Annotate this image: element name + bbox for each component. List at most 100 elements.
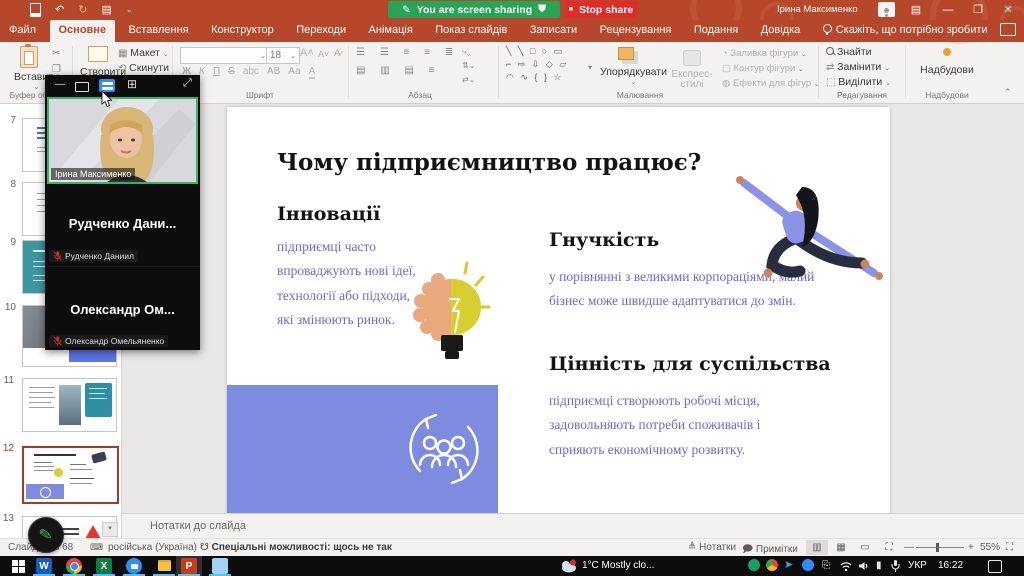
zoom-expand-icon[interactable]: ⤢	[183, 77, 192, 90]
account-name[interactable]: Ірина Максименко	[777, 4, 858, 15]
explorer-taskbar-icon[interactable]	[156, 558, 172, 574]
section-heading-value[interactable]: Цінність для суспільства	[549, 353, 831, 375]
section-body-value[interactable]: підприємці створюють робочі місця, задов…	[549, 389, 817, 462]
section-heading-flexibility[interactable]: Гнучкість	[549, 229, 659, 251]
start-button[interactable]	[12, 560, 25, 573]
tab-insert[interactable]: Вставлення	[120, 20, 198, 42]
zoom-slider-track[interactable]	[916, 547, 964, 548]
shrink-font-icon[interactable]: А˅	[318, 49, 329, 59]
tray-zoom-icon[interactable]	[802, 559, 814, 571]
shapes-gallery[interactable]: ╲ ╲ □ ○ ▭⌐ ⇨ ⇩ ◇ ▱◠ ∿ { } ☆	[506, 45, 568, 84]
addins-button[interactable]: Надбудови	[912, 48, 982, 76]
powerpoint-taskbar-icon[interactable]: P	[181, 558, 197, 574]
font-size-input[interactable]: 18⌄	[266, 47, 300, 64]
accessibility-status[interactable]: ☋ Спеціальні можливості: щось не так	[200, 542, 392, 553]
clock[interactable]: 16:22	[938, 560, 963, 571]
excel-taskbar-icon[interactable]: X	[96, 558, 112, 574]
account-avatar[interactable]	[878, 2, 895, 17]
chrome-taskbar-icon[interactable]	[66, 558, 82, 574]
section-body-innovation[interactable]: підприємці часто впроваджують нові ідеї,…	[277, 235, 419, 332]
slide-canvas[interactable]: Чому підприємництво працює? Інновації пі…	[227, 107, 890, 513]
tray-usb-icon[interactable]: ⎘	[822, 560, 830, 571]
word-taskbar-icon[interactable]: W	[36, 558, 52, 574]
slideshow-preview-icon[interactable]: ▤	[101, 3, 111, 17]
text-direction-buttons[interactable]: ⤷⌄⇅⌄⇄⌄	[462, 45, 475, 87]
notes-placeholder[interactable]: Нотатки до слайда	[150, 520, 246, 532]
fit-slide-icon[interactable]: ⛶	[1006, 542, 1013, 553]
clear-format-icon[interactable]: А̷	[334, 48, 341, 59]
redo-icon[interactable]: ↻	[78, 3, 87, 17]
save-icon[interactable]	[30, 3, 41, 17]
cut-icon[interactable]: ✂	[52, 48, 60, 60]
qat-customize-icon[interactable]: ⌄	[126, 3, 133, 17]
language-indicator[interactable]: російська (Україна)	[108, 542, 197, 553]
notes-toggle[interactable]: ≜ Нотатки	[688, 542, 736, 553]
zoom-video-tile-participant-1[interactable]: Рудченко Дани... Рудченко Даниил	[45, 182, 200, 267]
action-center-icon[interactable]	[988, 560, 1002, 573]
slide-thumbnail-12-selected[interactable]	[22, 446, 119, 504]
find-button[interactable]: Знайти	[826, 46, 872, 58]
tray-network-icon[interactable]	[840, 561, 852, 571]
tray-app-green-icon[interactable]	[748, 559, 760, 571]
tray-battery-icon[interactable]: ▮	[876, 560, 882, 571]
slide-title[interactable]: Чому підприємництво працює?	[277, 149, 701, 176]
reset-button[interactable]: ⟲ Скинути	[118, 62, 169, 75]
display-settings-icon[interactable]: ⌨	[90, 542, 103, 553]
grow-font-icon[interactable]: А˄	[300, 47, 314, 59]
zoom-level[interactable]: 55%	[980, 542, 1000, 553]
shape-fill-button[interactable]: ◔ Заливка фігури ⌄	[722, 47, 820, 62]
tab-help[interactable]: Довідка	[752, 20, 810, 42]
undo-icon[interactable]: ↶	[55, 3, 64, 17]
font-name-input[interactable]: ⌄	[180, 47, 270, 64]
stop-share-button[interactable]: ■Stop share	[565, 1, 637, 18]
tab-file[interactable]: Файл	[0, 20, 45, 42]
section-heading-innovation[interactable]: Інновації	[277, 203, 380, 225]
zoom-gallery-view-icon[interactable]: ⊞	[127, 77, 137, 91]
tray-chrome-icon[interactable]	[766, 559, 778, 571]
replace-button[interactable]: ⇄ Замінити ⌄	[826, 61, 890, 74]
language-switcher[interactable]: УКР	[908, 560, 927, 571]
zoom-taskbar-icon[interactable]	[126, 558, 142, 574]
slideshow-view-icon[interactable]: ⛶	[878, 540, 900, 555]
weather-text[interactable]: 1°C Mostly clo...	[582, 560, 654, 571]
tab-home[interactable]: Основне	[50, 20, 116, 42]
slide-thumbnail-11[interactable]	[22, 378, 117, 432]
font-style-buttons[interactable]: ЖКПSabcАВАаА	[182, 66, 315, 79]
select-button[interactable]: ⬚ Виділити ⌄	[826, 76, 891, 89]
ribbon-display-options-icon[interactable]: ▤	[903, 0, 929, 19]
zoom-minimize-icon[interactable]: —	[55, 79, 65, 90]
list-buttons[interactable]: ☰ ☰ ≡ ≡ ≣	[356, 47, 459, 59]
reading-view-icon[interactable]: ▭	[854, 540, 876, 555]
tab-view[interactable]: Подання	[685, 20, 747, 42]
tray-speaker-icon[interactable]	[858, 561, 870, 571]
zoom-speaker-view-icon[interactable]	[75, 82, 89, 92]
zoom-slider-thumb[interactable]	[936, 543, 939, 552]
notes-pane[interactable]: Нотатки до слайда	[122, 513, 1024, 539]
tab-review[interactable]: Рецензування	[591, 20, 681, 42]
restore-button[interactable]: ❐	[965, 0, 991, 19]
weather-icon[interactable]	[560, 559, 578, 573]
arrange-button[interactable]: Упорядкувати ⌄	[600, 47, 667, 86]
collapse-ribbon-icon[interactable]: ⌃	[1004, 86, 1012, 98]
layout-button[interactable]: ▦ Макет ⌄	[118, 47, 169, 60]
zoom-video-tile-host[interactable]: Ірина Максименко	[47, 97, 198, 184]
zoom-in-icon[interactable]: +	[968, 542, 974, 553]
tab-design[interactable]: Конструктор	[202, 20, 283, 42]
minimize-button[interactable]: —	[935, 0, 961, 19]
shape-outline-button[interactable]: ▢ Контур фігури ⌄	[722, 62, 820, 77]
normal-view-icon[interactable]: ▥	[806, 540, 828, 555]
slide-sorter-view-icon[interactable]: ▦	[830, 540, 852, 555]
tab-animations[interactable]: Анімація	[360, 20, 422, 42]
notes-taskbar-icon[interactable]	[212, 558, 228, 574]
tray-telegram-icon[interactable]: ➤	[784, 558, 793, 571]
shape-effects-button[interactable]: ◍ Ефекти для фігур ⌄	[722, 77, 820, 92]
zoom-video-tile-participant-2[interactable]: Олександр Ом... Олександр Омельяненко	[45, 266, 200, 350]
tab-transitions[interactable]: Переходи	[287, 20, 355, 42]
annotation-pen-button[interactable]: ✎	[28, 517, 64, 553]
tell-me-box[interactable]: Скажіть, що потрібно зробити	[814, 20, 997, 42]
thumbnail-scroll-down-icon[interactable]: ▾	[102, 522, 118, 537]
tab-slideshow[interactable]: Показ слайдів	[426, 20, 516, 42]
quick-styles-button[interactable]: Експрес-стилі	[668, 50, 716, 90]
tray-microphone-icon[interactable]	[891, 560, 900, 572]
comments-icon[interactable]	[1000, 23, 1016, 36]
